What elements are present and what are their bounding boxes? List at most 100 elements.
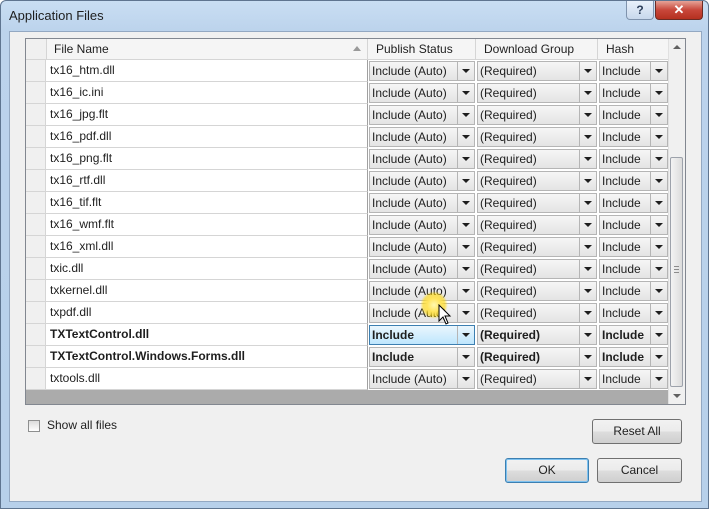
table-row[interactable]: tx16_wmf.flt Include (Auto) (Required) Incl… [26, 214, 669, 236]
column-header-publish-status[interactable]: Publish Status [368, 39, 476, 59]
chevron-down-icon[interactable] [650, 216, 667, 234]
chevron-down-icon[interactable] [650, 304, 667, 322]
table-row[interactable]: TXTextControl.Windows.Forms.dll Include (R… [26, 346, 669, 368]
hash-combo[interactable]: Include [599, 347, 668, 367]
publish-status-combo[interactable]: Include [369, 347, 475, 367]
download-group-combo[interactable]: (Required) [477, 171, 597, 191]
hash-combo[interactable]: Include [599, 149, 668, 169]
table-row[interactable]: txtools.dll Include (Auto) (Required) Inclu… [26, 368, 669, 390]
chevron-down-icon[interactable] [650, 194, 667, 212]
download-group-combo[interactable]: (Required) [477, 149, 597, 169]
row-header[interactable] [26, 258, 46, 280]
show-all-files-checkbox[interactable] [28, 420, 40, 432]
chevron-down-icon[interactable] [650, 128, 667, 146]
row-header[interactable] [26, 368, 46, 390]
download-group-combo[interactable]: (Required) [477, 259, 597, 279]
publish-status-combo[interactable]: Include (Auto) [369, 61, 475, 81]
chevron-down-icon[interactable] [579, 194, 596, 212]
column-header-download-group[interactable]: Download Group [476, 39, 598, 59]
chevron-down-icon[interactable] [579, 128, 596, 146]
row-header[interactable] [26, 214, 46, 236]
publish-status-combo[interactable]: Include (Auto) [369, 149, 475, 169]
chevron-down-icon[interactable] [457, 260, 474, 278]
table-row[interactable]: tx16_htm.dll Include (Auto) (Required) Incl… [26, 60, 669, 82]
download-group-combo[interactable]: (Required) [477, 127, 597, 147]
hash-combo[interactable]: Include [599, 215, 668, 235]
table-row[interactable]: tx16_rtf.dll Include (Auto) (Required) Incl… [26, 170, 669, 192]
chevron-down-icon[interactable] [579, 326, 596, 344]
row-header[interactable] [26, 148, 46, 170]
hash-combo[interactable]: Include [599, 171, 668, 191]
publish-status-combo[interactable]: Include (Auto) [369, 105, 475, 125]
chevron-down-icon[interactable] [650, 238, 667, 256]
vertical-scrollbar[interactable] [668, 39, 685, 404]
hash-combo[interactable]: Include [599, 83, 668, 103]
table-row[interactable]: TXTextControl.dll Include (Required) Includ… [26, 324, 669, 346]
download-group-combo[interactable]: (Required) [477, 325, 597, 345]
row-header[interactable] [26, 324, 46, 346]
chevron-down-icon[interactable] [579, 348, 596, 366]
chevron-down-icon[interactable] [579, 106, 596, 124]
publish-status-combo[interactable]: Include (Auto) [369, 127, 475, 147]
publish-status-combo[interactable]: Include (Auto) [369, 369, 475, 389]
table-row[interactable]: txkernel.dll Include (Auto) (Required) Incl… [26, 280, 669, 302]
column-header-hash[interactable]: Hash [598, 39, 669, 59]
table-row[interactable]: tx16_tif.flt Include (Auto) (Required) Incl… [26, 192, 669, 214]
chevron-down-icon[interactable] [457, 62, 474, 80]
publish-status-combo[interactable]: Include (Auto) [369, 83, 475, 103]
hash-combo[interactable]: Include [599, 127, 668, 147]
chevron-down-icon[interactable] [650, 370, 667, 388]
publish-status-combo[interactable]: Include (Auto) [369, 171, 475, 191]
cancel-button[interactable]: Cancel [597, 458, 682, 483]
download-group-combo[interactable]: (Required) [477, 61, 597, 81]
chevron-down-icon[interactable] [579, 216, 596, 234]
row-header[interactable] [26, 302, 46, 324]
download-group-combo[interactable]: (Required) [477, 105, 597, 125]
row-header[interactable] [26, 236, 46, 258]
hash-combo[interactable]: Include [599, 369, 668, 389]
chevron-down-icon[interactable] [650, 348, 667, 366]
hash-combo[interactable]: Include [599, 193, 668, 213]
row-header[interactable] [26, 104, 46, 126]
chevron-down-icon[interactable] [457, 238, 474, 256]
download-group-combo[interactable]: (Required) [477, 347, 597, 367]
download-group-combo[interactable]: (Required) [477, 281, 597, 301]
row-header[interactable] [26, 280, 46, 302]
chevron-down-icon[interactable] [650, 106, 667, 124]
row-header[interactable] [26, 60, 46, 82]
chevron-down-icon[interactable] [457, 304, 474, 322]
hash-combo[interactable]: Include [599, 237, 668, 257]
publish-status-combo[interactable]: Include (Auto) [369, 215, 475, 235]
hash-combo[interactable]: Include [599, 281, 668, 301]
column-header-file-name[interactable]: File Name [46, 39, 368, 59]
row-header[interactable] [26, 82, 46, 104]
chevron-down-icon[interactable] [579, 84, 596, 102]
chevron-down-icon[interactable] [457, 150, 474, 168]
row-header[interactable] [26, 346, 46, 368]
table-row[interactable]: txpdf.dll Include (Auto) (Required) Include [26, 302, 669, 324]
hash-combo[interactable]: Include [599, 105, 668, 125]
chevron-down-icon[interactable] [579, 62, 596, 80]
download-group-combo[interactable]: (Required) [477, 83, 597, 103]
chevron-down-icon[interactable] [650, 282, 667, 300]
chevron-down-icon[interactable] [650, 260, 667, 278]
chevron-down-icon[interactable] [457, 84, 474, 102]
row-header[interactable] [26, 126, 46, 148]
publish-status-combo[interactable]: Include (Auto) [369, 193, 475, 213]
chevron-down-icon[interactable] [579, 304, 596, 322]
table-row[interactable]: tx16_xml.dll Include (Auto) (Required) Incl… [26, 236, 669, 258]
ok-button[interactable]: OK [505, 458, 589, 483]
table-row[interactable]: tx16_jpg.flt Include (Auto) (Required) Incl… [26, 104, 669, 126]
publish-status-combo[interactable]: Include (Auto) [369, 259, 475, 279]
chevron-down-icon[interactable] [457, 106, 474, 124]
download-group-combo[interactable]: (Required) [477, 303, 597, 323]
reset-all-button[interactable]: Reset All [592, 419, 682, 444]
chevron-down-icon[interactable] [579, 282, 596, 300]
table-row[interactable]: tx16_ic.ini Include (Auto) (Required) Inclu… [26, 82, 669, 104]
scroll-down-arrow-icon[interactable] [669, 388, 685, 404]
close-button[interactable]: ✕ [655, 1, 703, 20]
chevron-down-icon[interactable] [579, 150, 596, 168]
chevron-down-icon[interactable] [579, 370, 596, 388]
chevron-down-icon[interactable] [457, 370, 474, 388]
row-header[interactable] [26, 192, 46, 214]
